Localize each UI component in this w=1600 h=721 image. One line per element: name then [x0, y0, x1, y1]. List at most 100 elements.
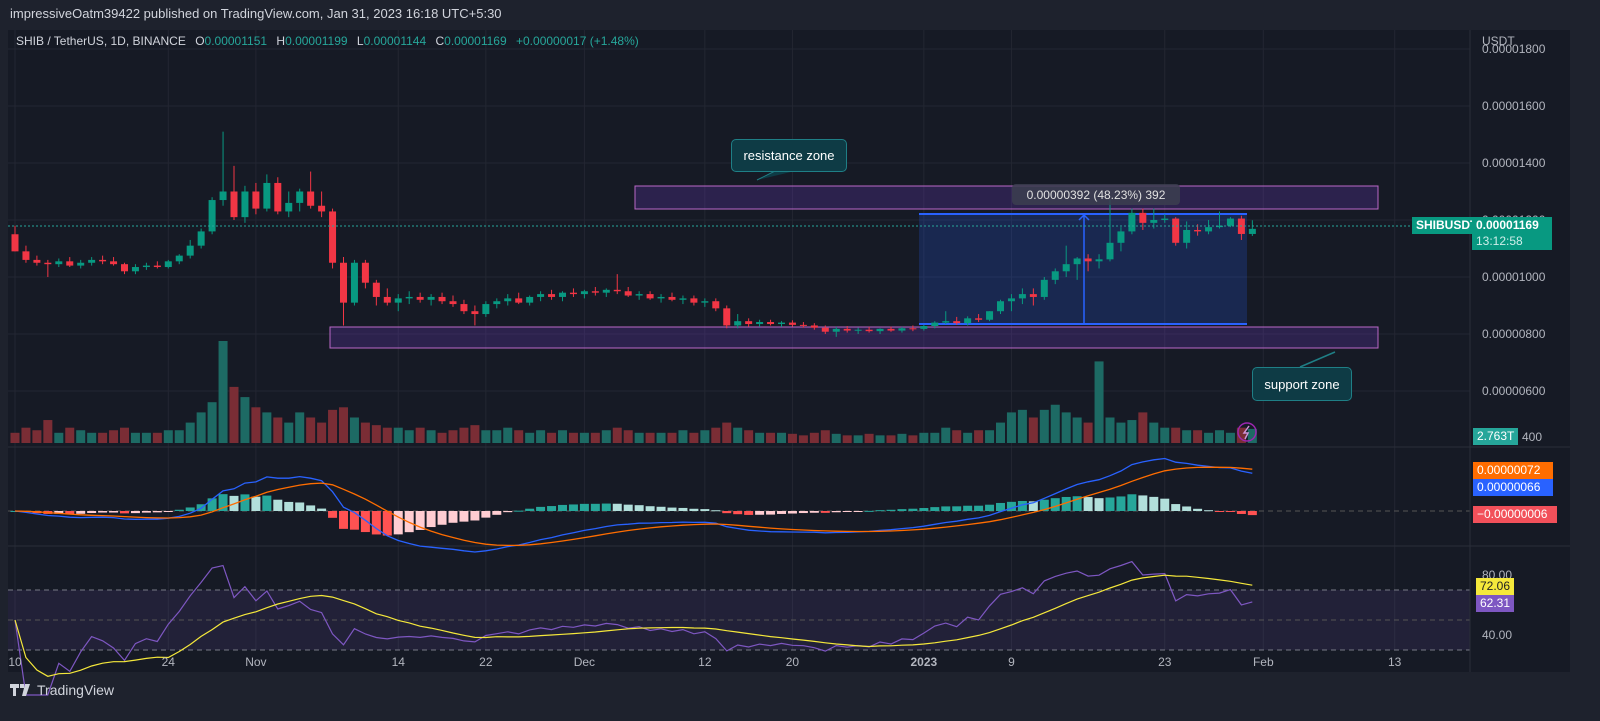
- candle: [340, 262, 347, 303]
- support-callout-pointer: [1299, 351, 1336, 368]
- candle: [898, 328, 906, 331]
- macd-histogram-bar: [733, 511, 743, 515]
- volume-bar: [98, 432, 108, 443]
- candle: [493, 301, 501, 305]
- volume-bar: [722, 422, 732, 443]
- macd-histogram-bar: [601, 503, 611, 511]
- volume-bar: [1127, 420, 1137, 443]
- time-tick: 23: [1158, 655, 1172, 669]
- volume-bar: [809, 432, 819, 443]
- candle: [865, 329, 873, 332]
- volume-bar: [360, 422, 370, 443]
- candle: [208, 200, 216, 232]
- candle: [1018, 294, 1026, 299]
- resistance-zone-callout[interactable]: resistance zone: [731, 139, 847, 172]
- volume-bar: [1149, 422, 1159, 443]
- candle: [854, 329, 862, 331]
- candle: [427, 296, 435, 300]
- macd-histogram-bar: [459, 511, 469, 522]
- macd-histogram-bar: [525, 508, 535, 511]
- candle: [909, 328, 917, 330]
- macd-histogram-bar: [875, 510, 885, 512]
- candle: [274, 182, 282, 212]
- volume-bar: [339, 407, 348, 443]
- support-zone-callout[interactable]: support zone: [1252, 367, 1352, 401]
- candle: [296, 191, 304, 203]
- candle: [22, 251, 30, 260]
- candle: [526, 296, 534, 303]
- volume-bar: [919, 432, 929, 443]
- candle: [602, 289, 610, 293]
- macd-histogram-bar: [1105, 497, 1115, 511]
- candle: [153, 265, 161, 268]
- symbol-title[interactable]: SHIB / TetherUS, 1D, BINANCE: [16, 34, 186, 48]
- volume-bar: [393, 427, 403, 443]
- macd-histogram-bar: [820, 511, 830, 513]
- candle: [1084, 258, 1092, 262]
- volume-bar: [492, 430, 502, 443]
- volume-bar: [251, 407, 261, 443]
- volume-bar: [831, 433, 841, 443]
- macd-histogram-bar: [503, 511, 513, 513]
- candle: [44, 262, 52, 265]
- candle: [252, 191, 260, 209]
- volume-bar: [875, 435, 885, 443]
- volume-bar: [1039, 409, 1049, 443]
- macd-histogram-bar: [349, 511, 359, 530]
- tradingview-logo[interactable]: TradingView: [10, 682, 114, 698]
- ohlc-legend: SHIB / TetherUS, 1D, BINANCE O0.00001151…: [16, 34, 639, 48]
- macd-pane: [10, 457, 1257, 553]
- candle: [1194, 229, 1202, 232]
- price-tick: 0.00001400: [1482, 156, 1546, 170]
- volume-bar: [1006, 412, 1016, 443]
- volume-bar: [21, 427, 31, 443]
- macd-histogram-bar: [974, 505, 984, 511]
- macd-histogram-bar: [1083, 497, 1093, 511]
- macd-histogram-bar: [120, 511, 129, 514]
- volume-bar: [1160, 427, 1170, 443]
- candle: [964, 318, 972, 324]
- macd-histogram-bar: [755, 511, 765, 515]
- candle: [821, 327, 829, 332]
- candle: [515, 298, 523, 303]
- volume-bar: [1215, 430, 1224, 443]
- macd-histogram-bar: [667, 507, 677, 511]
- candle: [197, 231, 205, 246]
- candle: [1172, 218, 1180, 243]
- candle: [55, 261, 63, 265]
- candle: [788, 322, 796, 325]
- change-value: +0.00000017 (+1.48%): [516, 34, 639, 48]
- volume-bar: [152, 432, 162, 443]
- chart-canvas[interactable]: [0, 0, 1600, 721]
- resistance-zone[interactable]: [634, 185, 1379, 210]
- volume-bar: [1050, 404, 1060, 443]
- volume-bar: [612, 427, 622, 443]
- time-tick: 13: [1388, 655, 1402, 669]
- volume-bar: [733, 427, 743, 443]
- macd-histogram-bar: [536, 506, 546, 511]
- support-zone[interactable]: [329, 326, 1379, 349]
- candle: [580, 291, 588, 295]
- volume-bar: [755, 432, 765, 443]
- candle: [1007, 298, 1015, 302]
- close-value: 0.00001169: [444, 34, 507, 48]
- macd-histogram-bar: [163, 511, 173, 512]
- candle: [657, 296, 665, 299]
- macd-histogram-bar: [130, 511, 140, 514]
- time-tick: Dec: [573, 655, 596, 669]
- candle: [1205, 227, 1213, 232]
- volume-bar: [196, 412, 206, 443]
- volume-bar: [514, 430, 524, 443]
- candle: [482, 304, 490, 315]
- candle: [1139, 212, 1147, 223]
- macd-histogram-bar: [722, 511, 732, 514]
- candle: [887, 328, 895, 331]
- candle: [591, 291, 599, 293]
- volume-bar: [623, 430, 633, 443]
- macd-histogram-bar: [547, 506, 557, 511]
- time-tick: 14: [391, 655, 405, 669]
- macd-histogram-bar: [295, 502, 305, 511]
- macd-histogram-bar: [952, 506, 962, 511]
- volume-bar: [853, 435, 863, 443]
- candle: [1051, 271, 1059, 280]
